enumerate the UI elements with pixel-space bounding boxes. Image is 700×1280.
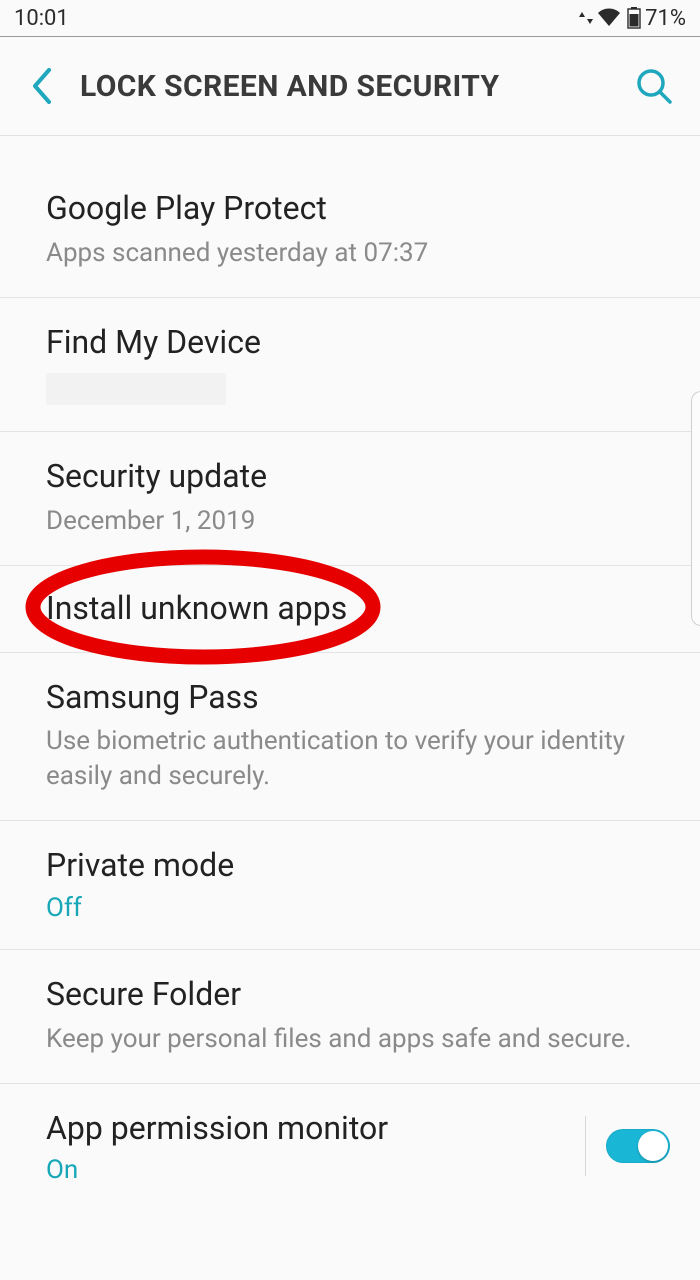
item-subtitle: Keep your personal files and apps safe a… — [46, 1022, 670, 1057]
item-subtitle: Use biometric authentication to verify y… — [46, 724, 670, 794]
item-private-mode[interactable]: Private mode Off — [0, 821, 700, 950]
vertical-divider — [585, 1116, 586, 1176]
status-bar: 10:01 71% — [0, 0, 700, 36]
item-subtitle-redacted — [46, 373, 226, 405]
item-title: Samsung Pass — [46, 677, 670, 719]
status-icons: 71% — [577, 6, 686, 31]
search-button[interactable] — [626, 58, 682, 114]
status-time: 10:01 — [14, 6, 69, 31]
item-title: Security update — [46, 456, 670, 498]
item-title: App permission monitor — [46, 1108, 573, 1150]
toggle-knob — [638, 1131, 668, 1161]
item-security-update[interactable]: Security update December 1, 2019 — [0, 432, 700, 566]
item-samsung-pass[interactable]: Samsung Pass Use biometric authenticatio… — [0, 653, 700, 822]
item-value: On — [46, 1155, 573, 1185]
back-button[interactable] — [12, 56, 72, 116]
data-updown-icon — [577, 9, 595, 27]
app-header: LOCK SCREEN AND SECURITY — [0, 36, 700, 136]
item-title: Google Play Protect — [46, 188, 670, 230]
item-find-my-device[interactable]: Find My Device — [0, 298, 700, 433]
battery-icon — [627, 7, 641, 29]
item-title: Secure Folder — [46, 974, 670, 1016]
item-value: Off — [46, 893, 670, 923]
item-title: Private mode — [46, 845, 670, 887]
item-subtitle: December 1, 2019 — [46, 504, 670, 539]
item-secure-folder[interactable]: Secure Folder Keep your personal files a… — [0, 950, 700, 1084]
search-icon — [634, 66, 674, 106]
page-title: LOCK SCREEN AND SECURITY — [72, 69, 626, 104]
settings-list: Google Play Protect Apps scanned yesterd… — [0, 136, 700, 1195]
item-app-permission-monitor[interactable]: App permission monitor On — [0, 1084, 700, 1196]
chevron-left-icon — [29, 66, 55, 106]
item-install-unknown-apps[interactable]: Install unknown apps — [0, 566, 700, 653]
battery-percent: 71% — [645, 6, 686, 31]
item-title: Install unknown apps — [46, 588, 670, 630]
item-title: Find My Device — [46, 322, 670, 364]
wifi-icon — [597, 8, 621, 28]
toggle-switch[interactable] — [606, 1129, 670, 1163]
item-google-play-protect[interactable]: Google Play Protect Apps scanned yesterd… — [0, 164, 700, 298]
item-subtitle: Apps scanned yesterday at 07:37 — [46, 236, 670, 271]
